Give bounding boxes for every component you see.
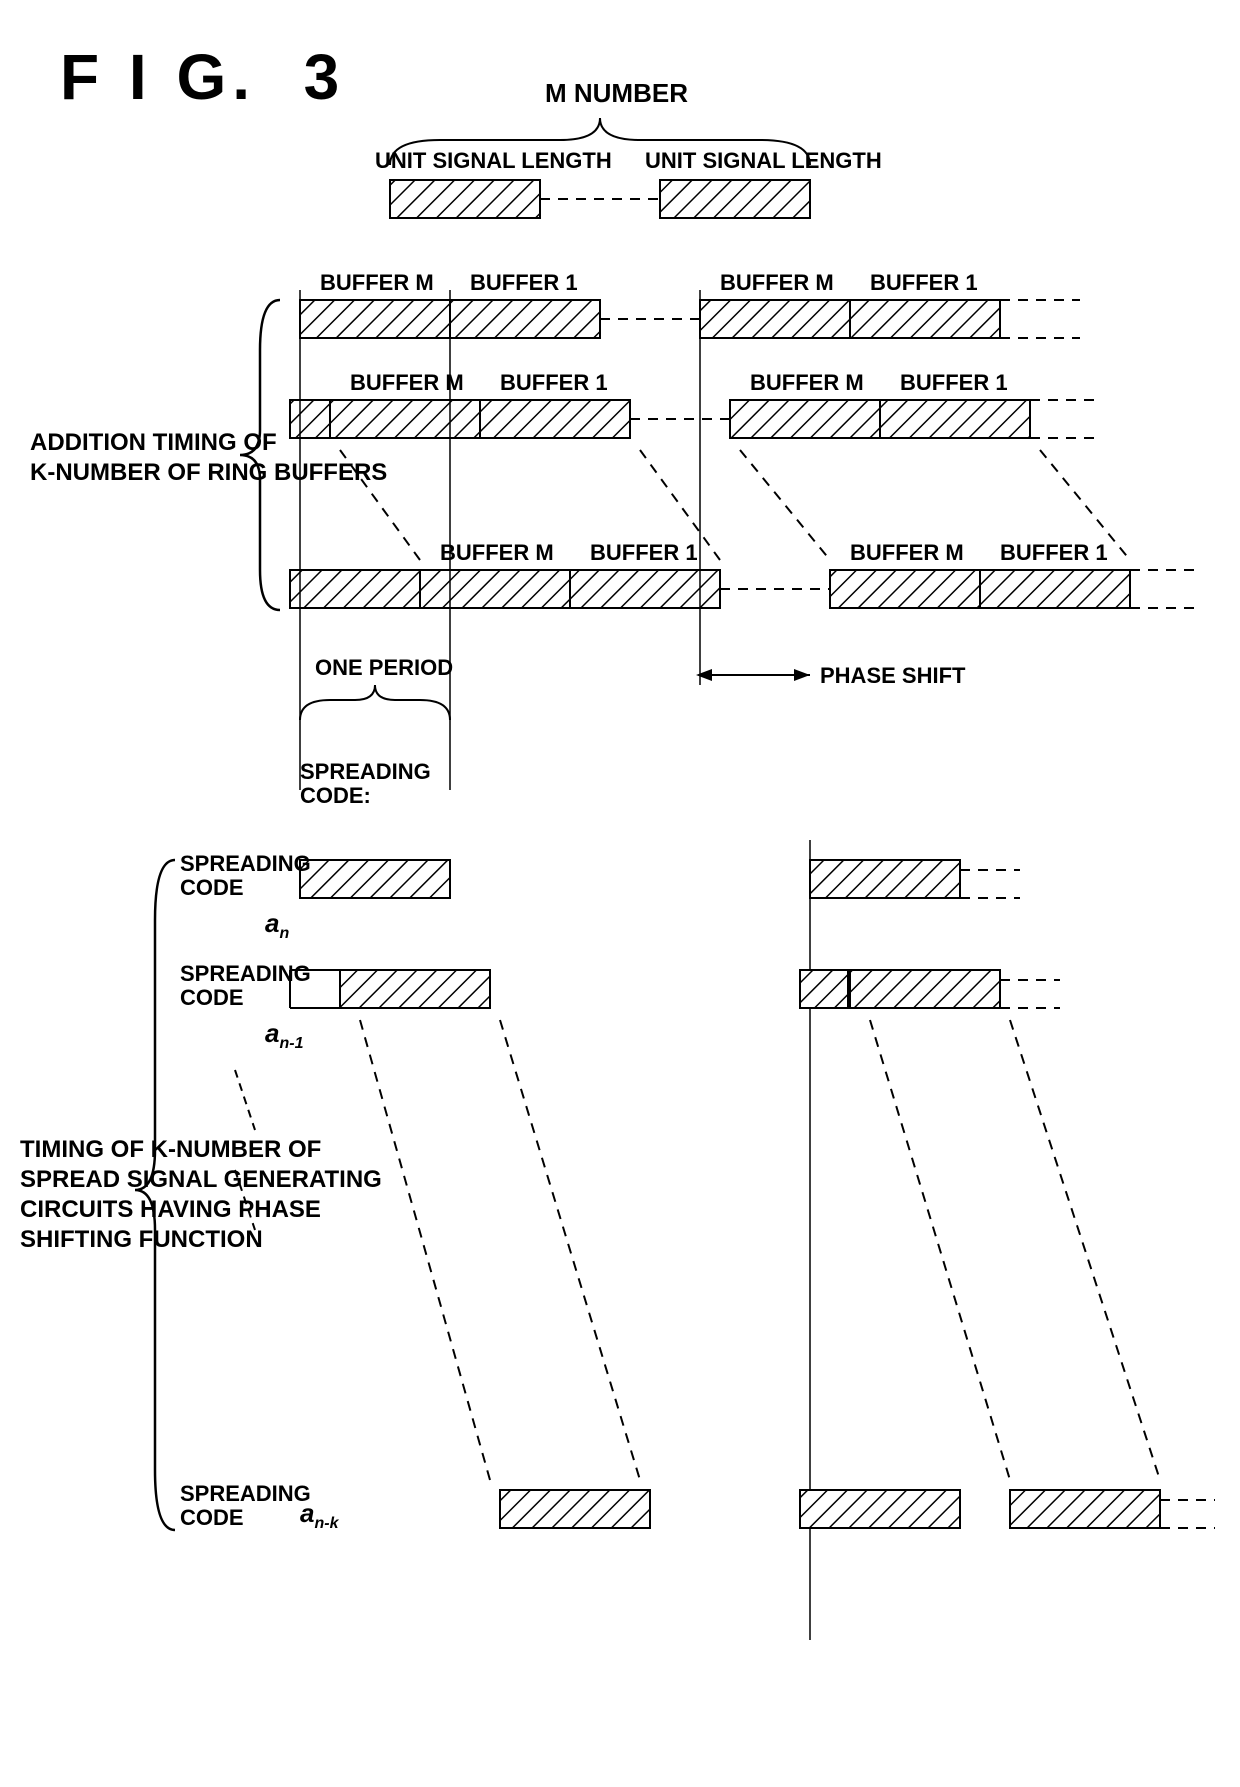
ank-symbol: an-k	[300, 1498, 338, 1533]
an-symbol: an	[265, 908, 289, 943]
spreading-code-inline: SPREADING CODE:	[300, 760, 431, 808]
buffer-m-label: BUFFER M	[750, 370, 864, 396]
spreading-row-an1	[290, 970, 1060, 1008]
unit-signal-length-right: UNIT SIGNAL LENGTH	[645, 148, 882, 174]
buffer-1-label: BUFFER 1	[500, 370, 608, 396]
unit-signal-box-right	[660, 180, 810, 218]
buffer-1-label: BUFFER 1	[900, 370, 1008, 396]
buffer-1-label: BUFFER 1	[870, 270, 978, 296]
spreading-code-label-an: SPREADING CODE	[180, 852, 311, 900]
phase-shift-label: PHASE SHIFT	[820, 663, 965, 689]
one-period-brace	[300, 685, 450, 720]
group2-label-line1: TIMING OF K-NUMBER OF	[20, 1136, 321, 1163]
unit-signal-box-left	[390, 180, 540, 218]
ring-buffer-row-k	[290, 570, 1200, 608]
unit-signal-length-left: UNIT SIGNAL LENGTH	[375, 148, 612, 174]
group2-label: TIMING OF K-NUMBER OF SPREAD SIGNAL GENE…	[20, 1135, 382, 1255]
an1-symbol: an-1	[265, 1018, 303, 1053]
spreading-row-ank	[500, 1490, 1215, 1528]
group2-label-line3: CIRCUITS HAVING PHASE	[20, 1196, 321, 1223]
m-number-label: M NUMBER	[545, 78, 688, 109]
buffer-m-label: BUFFER M	[350, 370, 464, 396]
figure-title: F I G. 3	[60, 40, 345, 114]
buffer-m-label: BUFFER M	[850, 540, 964, 566]
spreading-code-label-ank: SPREADING CODE	[180, 1482, 311, 1530]
buffer-1-label: BUFFER 1	[590, 540, 698, 566]
spreading-row-an	[300, 860, 1020, 898]
buffer-1-label: BUFFER 1	[470, 270, 578, 296]
group2-label-line4: SHIFTING FUNCTION	[20, 1226, 263, 1253]
group1-label-line2: K-NUMBER OF RING BUFFERS	[30, 459, 387, 486]
buffer-1-label: BUFFER 1	[1000, 540, 1108, 566]
group2-label-line2: SPREAD SIGNAL GENERATING	[20, 1166, 382, 1193]
spreading-code-label-an1: SPREADING CODE	[180, 962, 311, 1010]
buffer-m-label: BUFFER M	[440, 540, 554, 566]
one-period-label: ONE PERIOD	[315, 655, 453, 681]
ring-buffer-row-2	[290, 400, 1100, 438]
group1-label: ADDITION TIMING OF K-NUMBER OF RING BUFF…	[30, 428, 387, 488]
buffer-m-label: BUFFER M	[320, 270, 434, 296]
group1-label-line1: ADDITION TIMING OF	[30, 429, 277, 456]
ring-buffer-row-1	[300, 300, 1080, 338]
buffer-m-label: BUFFER M	[720, 270, 834, 296]
